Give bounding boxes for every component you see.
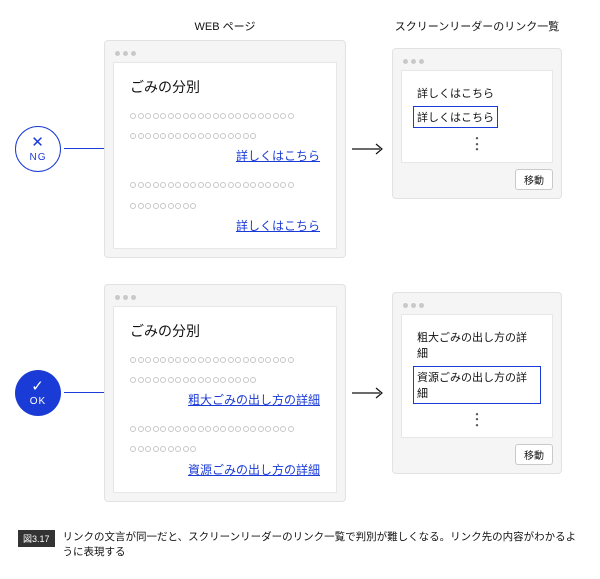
window-controls-icon bbox=[401, 301, 553, 314]
row-ok: ✓ OK ごみの分別 粗大ごみの出し方の詳細 資源ごみの出し方の詳細 粗大 bbox=[12, 284, 588, 502]
row-ng: ✕ NG ごみの分別 詳しくはこちら 詳しくはこちら 詳しくはこちら bbox=[12, 40, 588, 258]
header-page: WEB ページ bbox=[104, 18, 346, 34]
arrow-right-icon bbox=[346, 386, 392, 400]
link-bulky-waste[interactable]: 粗大ごみの出し方の詳細 bbox=[188, 393, 320, 407]
window-controls-icon bbox=[113, 293, 337, 306]
page-window-ng: ごみの分別 詳しくはこちら 詳しくはこちら bbox=[104, 40, 346, 258]
badge-ng: ✕ NG bbox=[12, 126, 64, 172]
check-icon: ✓ bbox=[31, 379, 45, 394]
diagram: WEB ページ スクリーンリーダーのリンク一覧 ✕ NG ごみの分別 詳しくはこ… bbox=[0, 0, 600, 579]
placeholder-text bbox=[130, 351, 320, 367]
column-headers: WEB ページ スクリーンリーダーのリンク一覧 bbox=[104, 18, 588, 34]
header-reader: スクリーンリーダーのリンク一覧 bbox=[392, 18, 562, 34]
badge-ok-label: OK bbox=[30, 396, 46, 407]
window-controls-icon bbox=[113, 49, 337, 62]
move-button[interactable]: 移動 bbox=[515, 444, 553, 465]
connector-line bbox=[64, 392, 104, 393]
link-detail-2[interactable]: 詳しくはこちら bbox=[236, 219, 320, 233]
ellipsis-icon: ・・・ bbox=[414, 137, 540, 154]
link-detail-1[interactable]: 詳しくはこちら bbox=[236, 149, 320, 163]
figure-number: 図3.17 bbox=[18, 530, 55, 547]
page-window-ok: ごみの分別 粗大ごみの出し方の詳細 資源ごみの出し方の詳細 bbox=[104, 284, 346, 502]
move-button[interactable]: 移動 bbox=[515, 169, 553, 190]
reader-list-item-selected[interactable]: 詳しくはこちら bbox=[414, 107, 497, 127]
page-title: ごみの分別 bbox=[130, 321, 320, 341]
placeholder-text bbox=[130, 197, 320, 213]
badge-ok: ✓ OK bbox=[12, 370, 64, 416]
ellipsis-icon: ・・・ bbox=[414, 413, 540, 430]
reader-list-item[interactable]: 粗大ごみの出し方の詳細 bbox=[414, 327, 540, 363]
page-title: ごみの分別 bbox=[130, 77, 320, 97]
figure-text: リンクの文言が同一だと、スクリーンリーダーのリンク一覧で判別が難しくなる。リンク… bbox=[63, 530, 582, 562]
placeholder-text bbox=[130, 420, 320, 436]
connector-line bbox=[64, 148, 104, 149]
reader-list-item[interactable]: 詳しくはこちら bbox=[414, 83, 497, 103]
placeholder-text bbox=[130, 127, 320, 143]
badge-ng-label: NG bbox=[30, 152, 47, 163]
placeholder-text bbox=[130, 440, 320, 456]
placeholder-text bbox=[130, 107, 320, 123]
reader-list-item-selected[interactable]: 資源ごみの出し方の詳細 bbox=[414, 367, 540, 403]
reader-window-ng: 詳しくはこちら 詳しくはこちら ・・・ 移動 bbox=[392, 48, 562, 199]
window-controls-icon bbox=[401, 57, 553, 70]
placeholder-text bbox=[130, 371, 320, 387]
placeholder-text bbox=[130, 176, 320, 192]
cross-icon: ✕ bbox=[31, 135, 45, 150]
link-recyclable-waste[interactable]: 資源ごみの出し方の詳細 bbox=[188, 463, 320, 477]
figure-caption: 図3.17 リンクの文言が同一だと、スクリーンリーダーのリンク一覧で判別が難しく… bbox=[12, 528, 588, 570]
arrow-right-icon bbox=[346, 142, 392, 156]
reader-window-ok: 粗大ごみの出し方の詳細 資源ごみの出し方の詳細 ・・・ 移動 bbox=[392, 292, 562, 475]
